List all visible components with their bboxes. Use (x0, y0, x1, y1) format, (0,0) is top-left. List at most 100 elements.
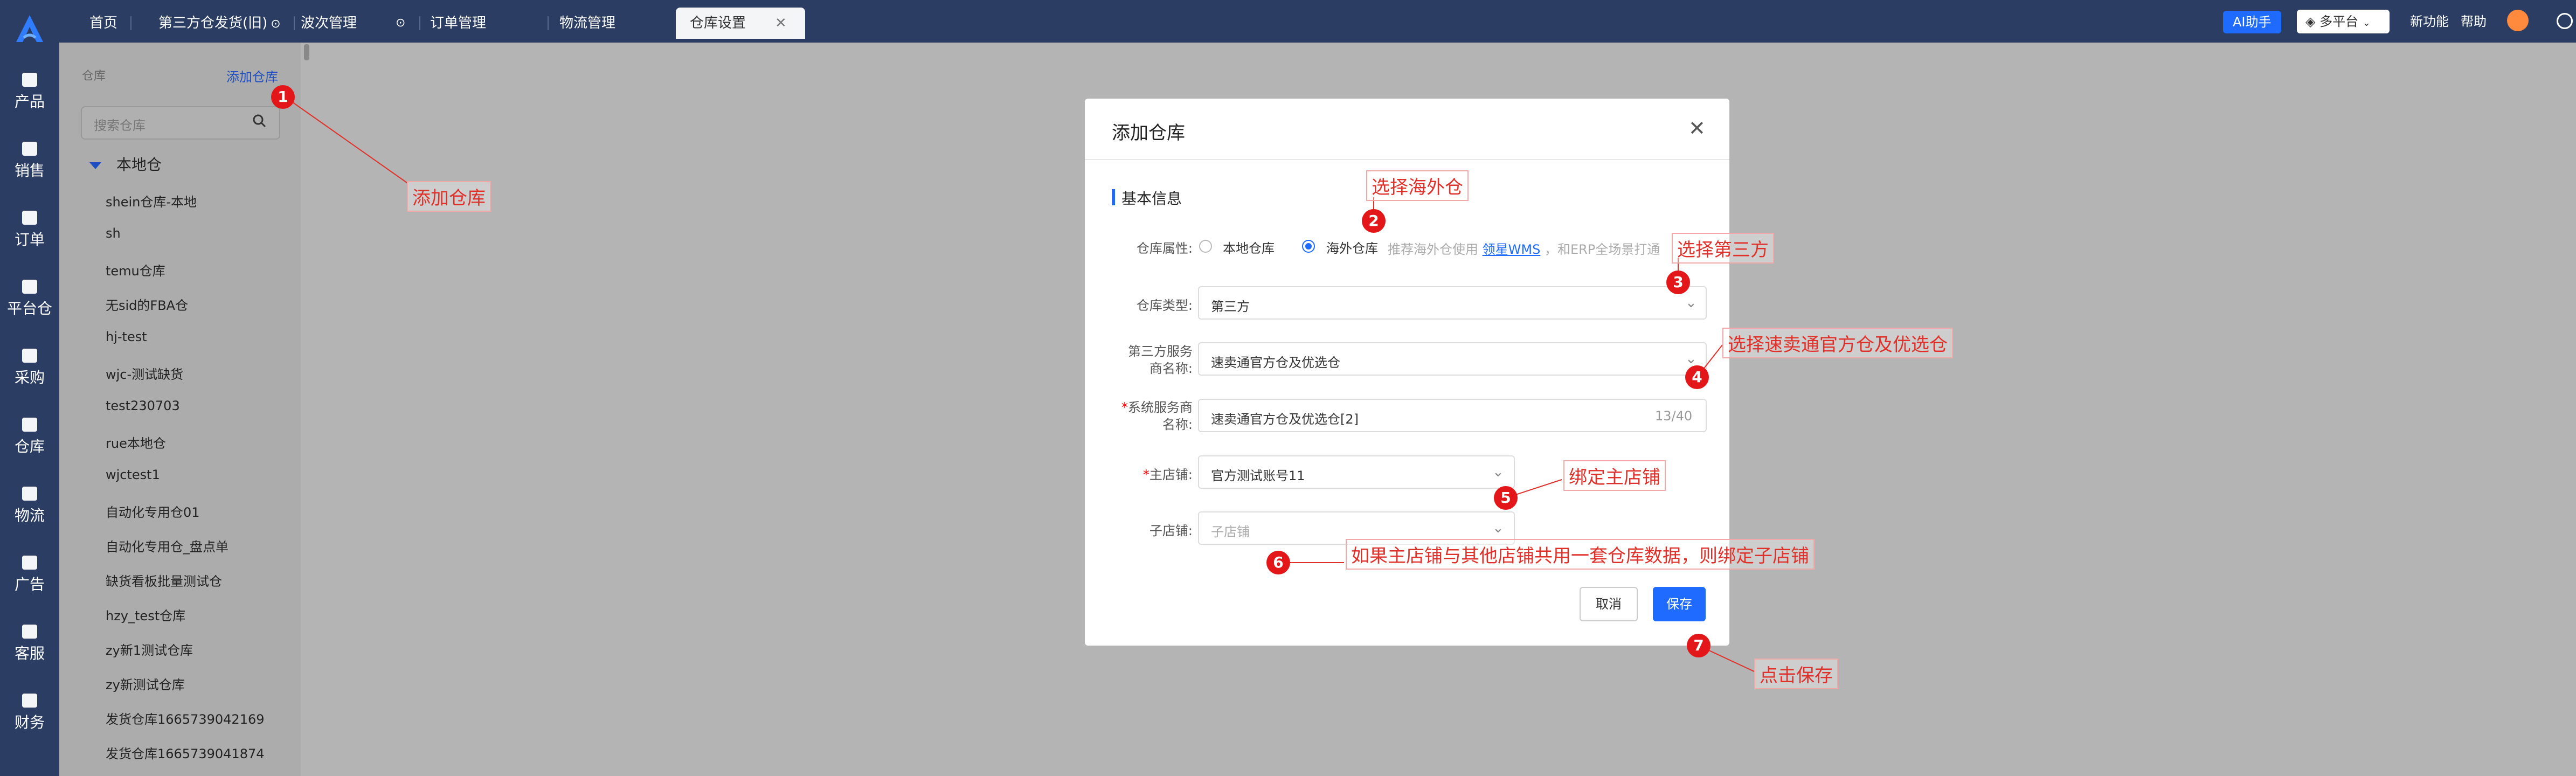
tab-label: 第三方仓发货(旧) (158, 15, 268, 31)
warehouse-attr-label: 仓库属性: (1136, 241, 1193, 256)
product-icon (22, 73, 37, 87)
wms-hint: 推荐海外仓使用 领星WMS ，和ERP全场景打通 (1388, 239, 1660, 258)
warehouse-item[interactable]: shein仓库-本地 (106, 191, 197, 210)
warehouse-item[interactable]: zy新测试仓库 (106, 674, 185, 693)
help-link[interactable]: 帮助 (2461, 12, 2487, 31)
warehouse-type-label: 仓库类型: (1136, 298, 1193, 313)
pin-icon[interactable]: ⊙ (396, 8, 405, 39)
avatar[interactable] (2507, 10, 2529, 31)
system-provider-input[interactable]: 速卖通官方仓及优选仓[2] 13/40 (1198, 399, 1707, 432)
close-icon[interactable]: ✕ (1688, 118, 1706, 138)
warehouse-item[interactable]: hj-test (106, 329, 147, 344)
platform-label: 多平台 (2319, 14, 2359, 29)
main-store-select[interactable]: 官方测试账号11 ⌄ (1198, 455, 1515, 489)
nav-customer-service[interactable]: 客服 (0, 625, 59, 663)
tab-label: 首页 (89, 15, 118, 31)
section-accent (1112, 189, 1115, 205)
sub-store-label: 子店铺: (1149, 523, 1193, 538)
step-badge-1: 1 (271, 85, 295, 109)
nav-label: 财务 (14, 713, 45, 731)
add-warehouse-link[interactable]: 添加仓库 (226, 66, 278, 85)
annotation-click-save: 点击保存 (1754, 659, 1838, 689)
section-title: 基本信息 (1121, 190, 1182, 207)
warehouse-type-select[interactable]: 第三方 ⌄ (1198, 286, 1707, 320)
nav-finance[interactable]: 财务 (0, 694, 59, 732)
warehouse-item[interactable]: 自动化专用仓01 (106, 502, 200, 521)
tab-order-management[interactable]: 订单管理 (416, 8, 549, 39)
annotation-bind-main-store: 绑定主店铺 (1563, 460, 1666, 491)
warehouse-item[interactable]: zy新1测试仓库 (106, 640, 193, 659)
warehouse-item[interactable]: rue本地仓 (106, 433, 166, 452)
label-text: 主店铺: (1149, 467, 1193, 482)
step-badge-5: 5 (1494, 486, 1518, 510)
warehouse-item[interactable]: 发货仓库1665739042169 (106, 709, 265, 728)
tab-logistics-management[interactable]: 物流管理 (545, 8, 675, 39)
nav-purchase[interactable]: 采购 (0, 349, 59, 387)
download-icon[interactable] (2557, 13, 2573, 29)
dialog-title: 添加仓库 (1112, 122, 1185, 144)
platform-select[interactable]: ◈ 多平台 ⌄ (2297, 10, 2390, 33)
nav-logistics[interactable]: 物流 (0, 487, 59, 525)
tab-wave-management[interactable]: 波次管理 ⊙ (287, 8, 420, 39)
nav-label: 物流 (14, 507, 45, 524)
select-value: 第三方 (1211, 299, 1250, 314)
close-tab-icon[interactable]: ✕ (775, 15, 787, 31)
radio-local-label[interactable]: 本地仓库 (1223, 238, 1275, 257)
label-line: 商名称: (1149, 361, 1193, 376)
nav-sales[interactable]: 销售 (0, 142, 59, 181)
search-icon[interactable] (252, 114, 266, 128)
tab-home[interactable]: 首页 (75, 8, 132, 39)
warehouse-item[interactable]: temu仓库 (106, 260, 165, 279)
nav-platform-warehouse[interactable]: 平台仓 (0, 280, 59, 318)
radio-overseas[interactable] (1302, 240, 1315, 253)
group-label: 本地仓 (116, 156, 162, 174)
nav-ads[interactable]: 广告 (0, 556, 59, 594)
warehouse-item[interactable]: 缺货看板批量测试仓 (106, 571, 222, 590)
save-button[interactable]: 保存 (1653, 587, 1706, 621)
cart-icon (22, 349, 37, 363)
tab-label: 订单管理 (430, 15, 487, 31)
select-value: 官方测试账号11 (1211, 468, 1305, 483)
tab-warehouse-settings[interactable]: 仓库设置 ✕ (676, 8, 805, 39)
pin-icon[interactable]: ⊙ (271, 17, 280, 31)
annotation-select-provider: 选择速卖通官方仓及优选仓 (1722, 328, 1953, 358)
scrollbar[interactable] (304, 44, 309, 60)
nav-orders[interactable]: 订单 (0, 211, 59, 250)
warehouse-item[interactable]: sh (106, 226, 121, 241)
warehouse-item[interactable]: wjc-测试缺货 (106, 364, 183, 383)
warehouse-item[interactable]: test230703 (106, 398, 180, 413)
warehouse-item[interactable]: wjctest1 (106, 467, 160, 482)
nav-label: 广告 (14, 576, 45, 593)
provider-select[interactable]: 速卖通官方仓及优选仓 ⌄ (1198, 342, 1707, 376)
nav-label: 平台仓 (6, 300, 52, 317)
warehouse-item[interactable]: 发货仓库1665739041874 (106, 743, 265, 762)
nav-label: 销售 (14, 162, 45, 179)
cancel-button[interactable]: 取消 (1580, 587, 1638, 621)
annotation-select-third-party: 选择第三方 (1672, 233, 1774, 264)
warehouse-search-input[interactable]: 搜索仓库 (81, 106, 280, 140)
chevron-down-icon: ⌄ (1685, 295, 1697, 311)
ai-assistant-button[interactable]: AI助手 (2223, 11, 2281, 33)
warehouse-item[interactable]: 无sid的FBA仓 (106, 295, 188, 314)
warehouse-item[interactable]: 自动化专用仓_盘点单 (106, 536, 228, 555)
radio-local[interactable] (1199, 240, 1212, 253)
warehouse-item[interactable]: hzy_test仓库 (106, 605, 185, 624)
group-local-warehouse[interactable]: 本地仓 (89, 153, 162, 175)
nav-warehouse[interactable]: 仓库 (0, 418, 59, 456)
mail-icon (22, 625, 37, 639)
app-logo-icon[interactable] (12, 11, 47, 46)
annotation-add-warehouse: 添加仓库 (407, 181, 491, 212)
step-badge-3: 3 (1666, 271, 1690, 294)
label-line: 系统服务商 (1128, 400, 1193, 415)
provider-label: 第三方服务 商名称: (1106, 343, 1193, 377)
tab-third-party-shipping[interactable]: 第三方仓发货(旧) ⊙ (144, 8, 295, 39)
radio-overseas-label[interactable]: 海外仓库 (1326, 238, 1378, 257)
nav-label: 采购 (14, 369, 45, 386)
wms-link[interactable]: 领星WMS (1483, 242, 1541, 257)
truck-icon (22, 487, 37, 501)
chevron-down-icon: ⌄ (2362, 17, 2371, 29)
nav-product[interactable]: 产品 (0, 73, 59, 112)
new-features-link[interactable]: 新功能 (2410, 12, 2449, 31)
finance-icon (22, 694, 37, 708)
step-badge-4: 4 (1685, 365, 1709, 389)
